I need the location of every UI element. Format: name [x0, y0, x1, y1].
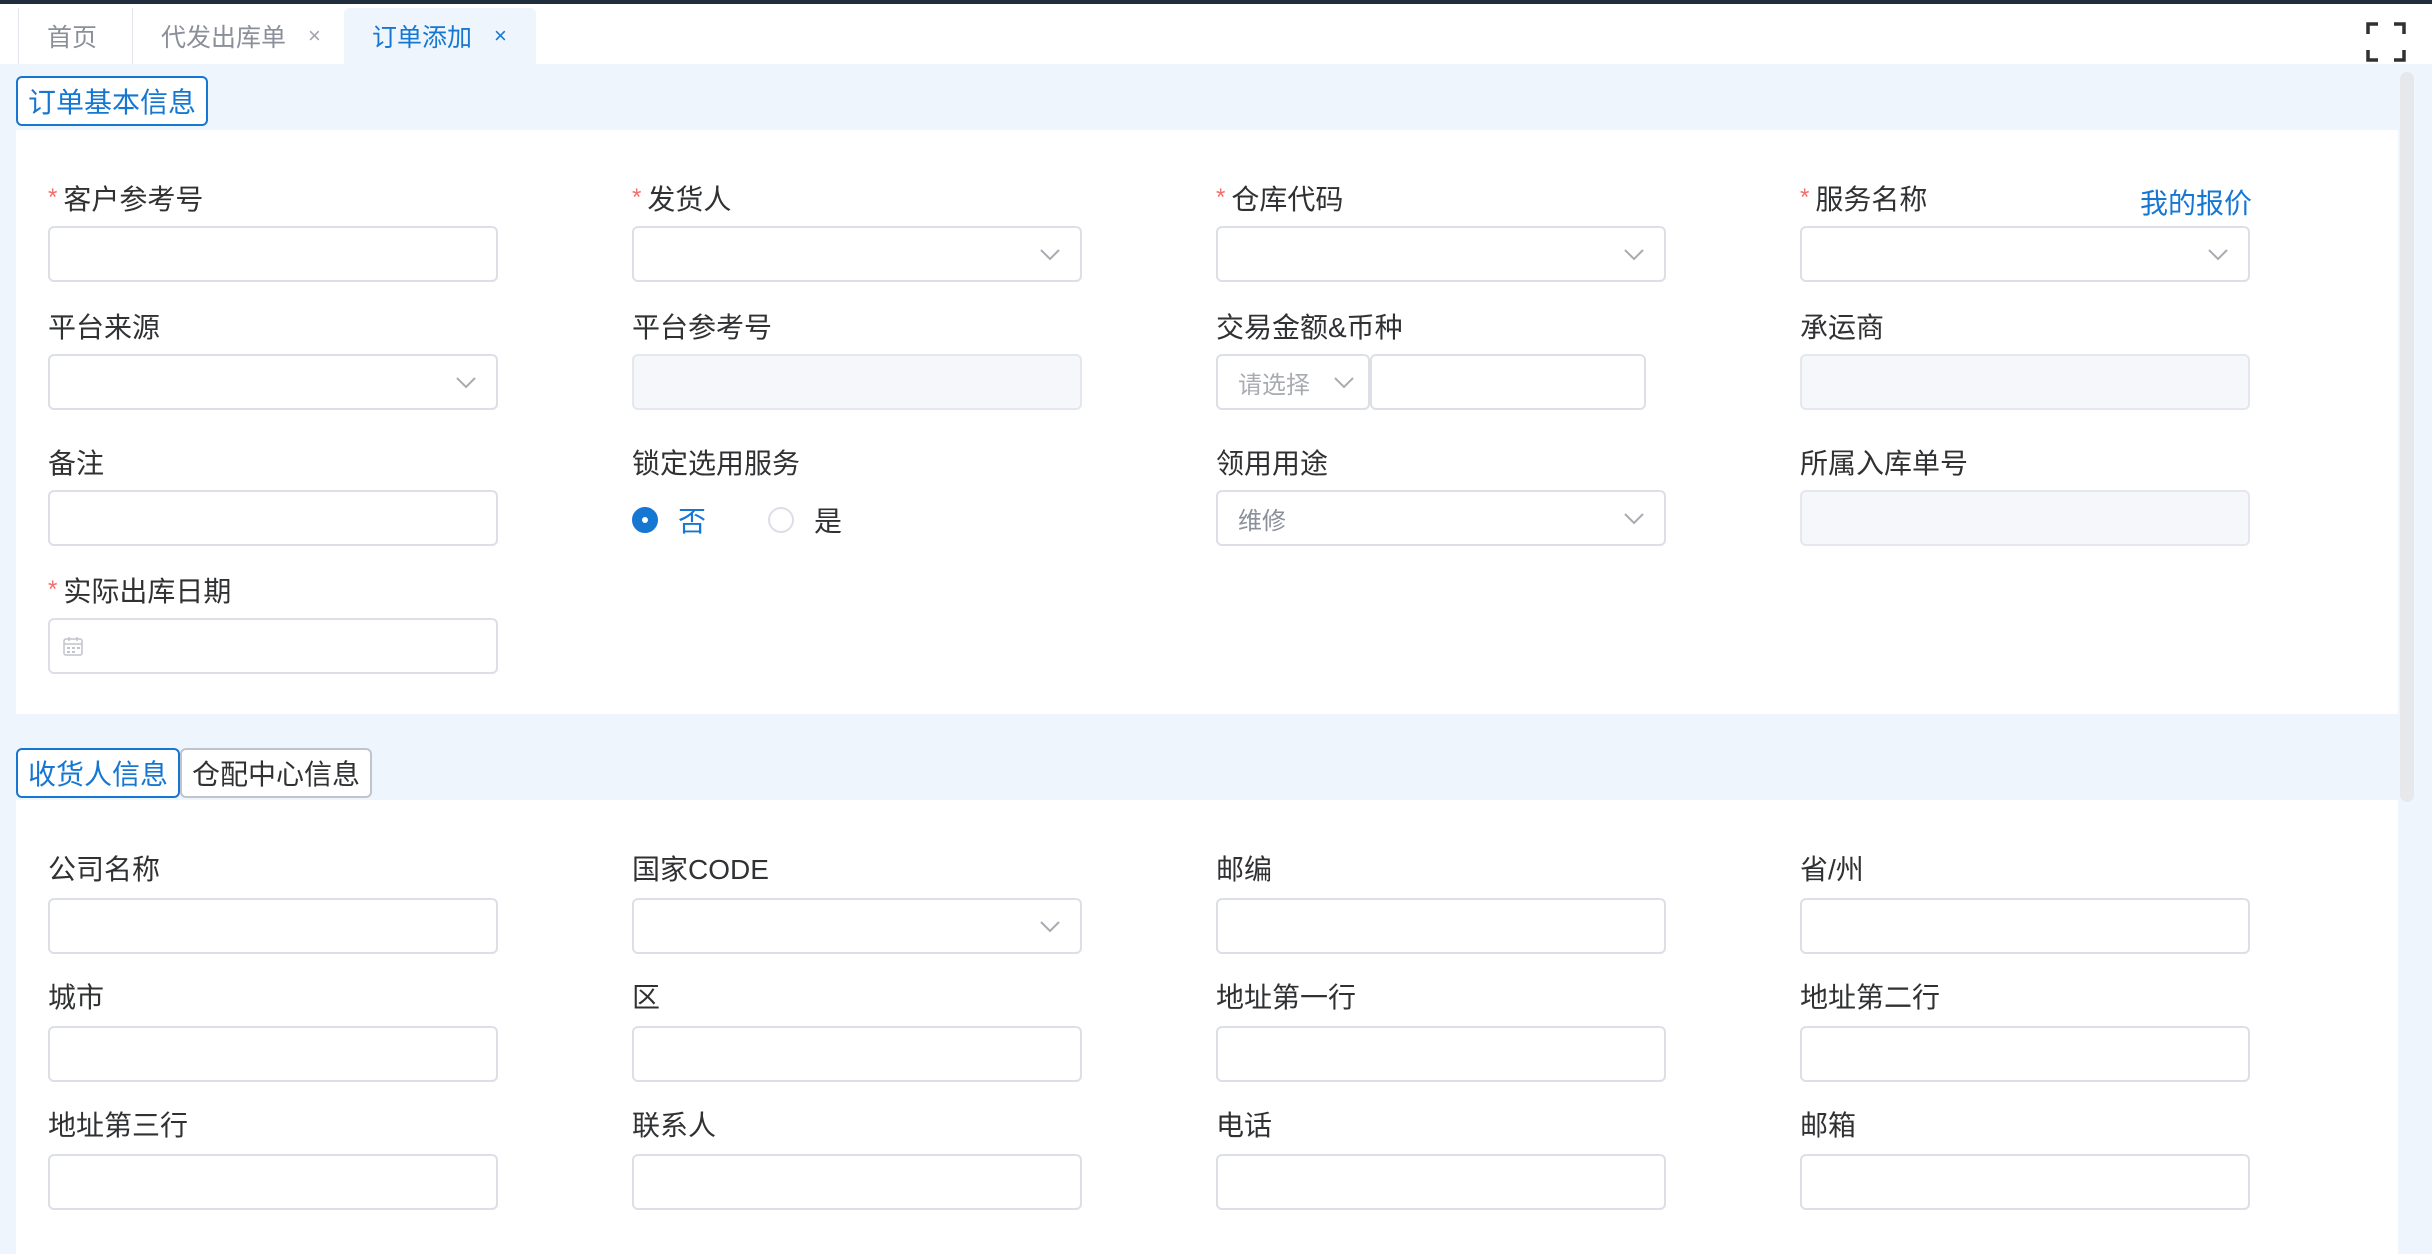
chevron-down-icon: [1624, 249, 1644, 261]
tab-warehouse-center-info[interactable]: 仓配中心信息: [180, 748, 372, 798]
platform-ref-label: 平台参考号: [632, 312, 773, 343]
inbound-no-label: 所属入库单号: [1800, 448, 1969, 479]
district-input[interactable]: [632, 1026, 1082, 1082]
tab-bar: 首页 代发出库单 × 订单添加 ×: [0, 4, 2432, 64]
city-label: 城市: [48, 982, 105, 1013]
province-input[interactable]: [1800, 898, 2250, 954]
chevron-down-icon: [2208, 249, 2228, 261]
lock-service-radio-no[interactable]: 否: [632, 500, 706, 540]
platform-source-select[interactable]: [48, 354, 498, 410]
actual-date-picker[interactable]: [48, 618, 498, 674]
usage-select[interactable]: 维修: [1216, 490, 1666, 546]
address3-label: 地址第三行: [48, 1110, 189, 1141]
customer-ref-input[interactable]: [48, 226, 498, 282]
address2-label: 地址第二行: [1800, 982, 1941, 1013]
tab-home[interactable]: 首页: [18, 8, 130, 64]
address3-input[interactable]: [48, 1154, 498, 1210]
shipper-label: * 发货人: [632, 184, 732, 215]
address1-input[interactable]: [1216, 1026, 1666, 1082]
country-code-label: 国家CODE: [632, 854, 769, 885]
remark-label: 备注: [48, 448, 105, 479]
section-title-label: 订单基本信息: [28, 87, 197, 118]
contact-label: 联系人: [632, 1110, 717, 1141]
tab-label: 订单添加: [372, 24, 473, 52]
tab-label: 仓配中心信息: [192, 759, 361, 790]
email-label: 邮箱: [1800, 1110, 1857, 1141]
usage-label: 领用用途: [1216, 448, 1329, 479]
chevron-down-icon: [1040, 249, 1060, 261]
service-name-select[interactable]: [1800, 226, 2250, 282]
chevron-down-icon: [1040, 921, 1060, 933]
tab-label: 收货人信息: [28, 759, 169, 790]
company-input[interactable]: [48, 898, 498, 954]
city-input[interactable]: [48, 1026, 498, 1082]
scrollbar[interactable]: [2400, 72, 2414, 802]
my-quote-link[interactable]: 我的报价: [2140, 182, 2252, 222]
platform-source-label: 平台来源: [48, 312, 161, 343]
chevron-down-icon: [1624, 513, 1644, 525]
inbound-no-input[interactable]: [1800, 490, 2250, 546]
consignee-section: 公司名称 国家CODE 邮编 省/州 城市 区 地址第一行 地址第二行 地址第三…: [16, 800, 2398, 1254]
address1-label: 地址第一行: [1216, 982, 1357, 1013]
amount-input[interactable]: [1370, 354, 1646, 410]
address2-input[interactable]: [1800, 1026, 2250, 1082]
actual-date-label: * 实际出库日期: [48, 576, 232, 607]
warehouse-code-label: * 仓库代码: [1216, 184, 1344, 215]
tab-outbound-list[interactable]: 代发出库单 ×: [132, 8, 342, 64]
lock-service-label: 锁定选用服务: [632, 448, 801, 479]
customer-ref-label: * 客户参考号: [48, 184, 204, 215]
shipper-select[interactable]: [632, 226, 1082, 282]
email-input[interactable]: [1800, 1154, 2250, 1210]
carrier-label: 承运商: [1800, 312, 1885, 343]
radio-icon: [632, 507, 658, 533]
order-basic-section: * 客户参考号 * 发货人 * 仓库代码 * 服务名称 我的报价 平台来源 平台参考号 …: [16, 130, 2398, 714]
tab-label: 首页: [47, 24, 98, 52]
district-label: 区: [632, 982, 661, 1013]
fullscreen-icon[interactable]: [2366, 22, 2406, 62]
company-label: 公司名称: [48, 854, 161, 885]
calendar-icon: [63, 637, 83, 656]
lock-service-radio-yes[interactable]: 是: [768, 500, 842, 540]
currency-select[interactable]: 请选择: [1216, 354, 1370, 410]
radio-icon: [768, 507, 794, 533]
tab-consignee-info[interactable]: 收货人信息: [16, 748, 180, 798]
carrier-input[interactable]: [1800, 354, 2250, 410]
phone-input[interactable]: [1216, 1154, 1666, 1210]
platform-ref-input[interactable]: [632, 354, 1082, 410]
chevron-down-icon: [456, 377, 476, 389]
section-title-order-basic[interactable]: 订单基本信息: [16, 76, 208, 126]
close-icon[interactable]: ×: [494, 23, 507, 49]
country-code-select[interactable]: [632, 898, 1082, 954]
postcode-label: 邮编: [1216, 854, 1273, 885]
service-name-label: * 服务名称: [1800, 184, 1928, 215]
close-icon[interactable]: ×: [308, 23, 321, 49]
remark-input[interactable]: [48, 490, 498, 546]
tab-label: 代发出库单: [161, 24, 287, 52]
postcode-input[interactable]: [1216, 898, 1666, 954]
phone-label: 电话: [1216, 1110, 1273, 1141]
chevron-down-icon: [1334, 377, 1354, 389]
province-label: 省/州: [1800, 854, 1864, 885]
warehouse-code-select[interactable]: [1216, 226, 1666, 282]
tab-order-add[interactable]: 订单添加 ×: [344, 8, 536, 64]
contact-input[interactable]: [632, 1154, 1082, 1210]
amount-currency-label: 交易金额&币种: [1216, 312, 1403, 343]
